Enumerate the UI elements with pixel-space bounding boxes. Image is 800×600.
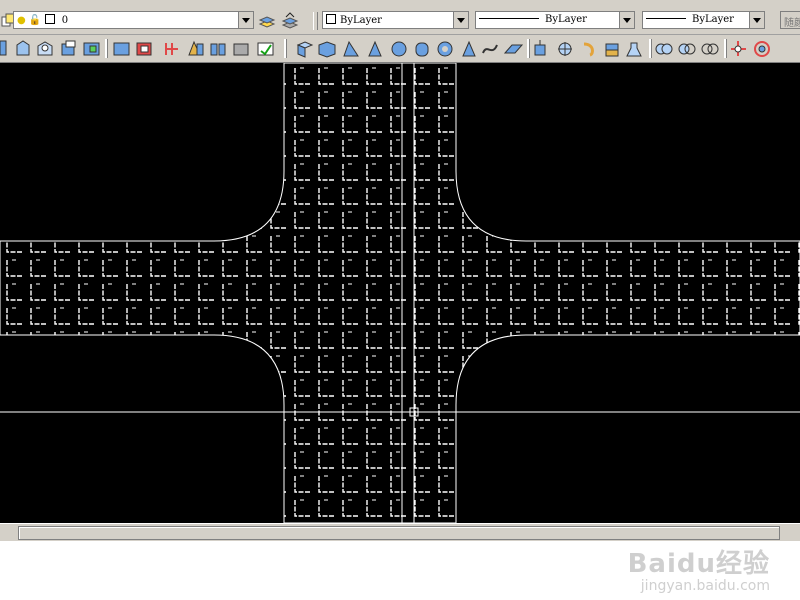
layer-color-swatch <box>44 14 55 24</box>
make-object-layer-current-icon[interactable] <box>258 12 276 30</box>
planar-surface-icon[interactable] <box>482 44 498 54</box>
view-ucs-icon[interactable] <box>113 42 130 56</box>
road-tile-hatch[interactable] <box>0 63 800 523</box>
pyramid-icon[interactable] <box>437 41 453 57</box>
color-dropdown[interactable]: ByLayer <box>322 11 469 29</box>
linetype-dropdown[interactable]: ByLayer <box>475 11 635 29</box>
ucs-object-icon[interactable] <box>188 40 204 56</box>
layer-on-icon: ● <box>17 15 26 26</box>
layer-name: 0 <box>61 15 69 26</box>
box-icon[interactable] <box>296 41 314 58</box>
drawing-canvas[interactable] <box>0 63 800 523</box>
layer-previous-icon[interactable] <box>281 12 299 30</box>
subtract-icon[interactable] <box>678 43 696 55</box>
torus-icon[interactable] <box>391 41 407 57</box>
cone-icon[interactable] <box>343 40 359 57</box>
scrollbar-thumb[interactable] <box>18 526 780 540</box>
toolbar-grip[interactable] <box>313 12 318 30</box>
plot-style-value: 随颜 <box>784 18 800 29</box>
constrained-orbit-icon[interactable] <box>16 40 30 56</box>
loft-icon[interactable] <box>605 43 619 57</box>
linetype-dropdown-arrow[interactable] <box>619 12 634 28</box>
watermark-url: jingyan.baidu.com <box>640 578 770 594</box>
3d-orbit-icon[interactable] <box>0 40 7 56</box>
horizontal-scrollbar[interactable] <box>0 523 800 542</box>
helix-icon[interactable] <box>462 40 476 57</box>
lineweight-dropdown[interactable]: ByLayer <box>642 11 765 29</box>
extrude-icon[interactable] <box>503 44 524 54</box>
wedge-icon[interactable] <box>318 41 336 58</box>
ucs-3point-icon[interactable] <box>165 43 178 55</box>
lineweight-preview <box>646 18 686 19</box>
color-swatch <box>326 14 336 24</box>
view-cube-icon[interactable] <box>83 42 100 56</box>
free-orbit-icon[interactable] <box>37 41 53 56</box>
linetype-value: ByLayer <box>545 14 587 25</box>
command-line-area[interactable]: Baidu经验 jingyan.baidu.com <box>0 541 800 600</box>
layer-dropdown-arrow[interactable] <box>238 12 253 28</box>
3d-modeling-toolbar <box>0 35 800 63</box>
press-pull-icon[interactable] <box>534 40 546 56</box>
sweep-icon[interactable] <box>558 42 572 56</box>
lineweight-dropdown-arrow[interactable] <box>749 12 764 28</box>
3d-move-icon[interactable] <box>731 41 746 56</box>
lineweight-value: ByLayer <box>692 14 734 25</box>
layer-lock-icon: 🔓 <box>28 15 42 26</box>
union-icon[interactable] <box>655 43 673 55</box>
ucs-apply-icon[interactable] <box>210 43 226 56</box>
linetype-preview <box>479 18 539 19</box>
baidu-watermark: Baidu经验 jingyan.baidu.com <box>628 543 770 594</box>
ucs-world-icon[interactable] <box>257 42 274 56</box>
ucs-origin-icon[interactable] <box>136 42 152 56</box>
section-icon[interactable] <box>626 42 642 57</box>
plot-style-dropdown[interactable]: 随颜 <box>780 11 800 29</box>
color-dropdown-arrow[interactable] <box>453 12 468 28</box>
sphere-icon[interactable] <box>368 40 382 57</box>
layers-properties-toolbar: ● 🔓 0 ByLayer ByLayer ByLayer 随颜 <box>0 8 800 35</box>
revolve-icon[interactable] <box>583 42 594 57</box>
color-value: ByLayer <box>340 15 382 26</box>
continuous-orbit-icon[interactable] <box>61 40 76 56</box>
ucs-previous-icon[interactable] <box>233 43 249 56</box>
layer-dropdown[interactable]: ● 🔓 0 <box>13 11 254 29</box>
watermark-logo: Baidu经验 <box>627 549 770 579</box>
intersect-icon[interactable] <box>701 43 719 55</box>
3d-rotate-icon[interactable] <box>754 41 770 57</box>
cylinder-icon[interactable] <box>415 42 429 57</box>
